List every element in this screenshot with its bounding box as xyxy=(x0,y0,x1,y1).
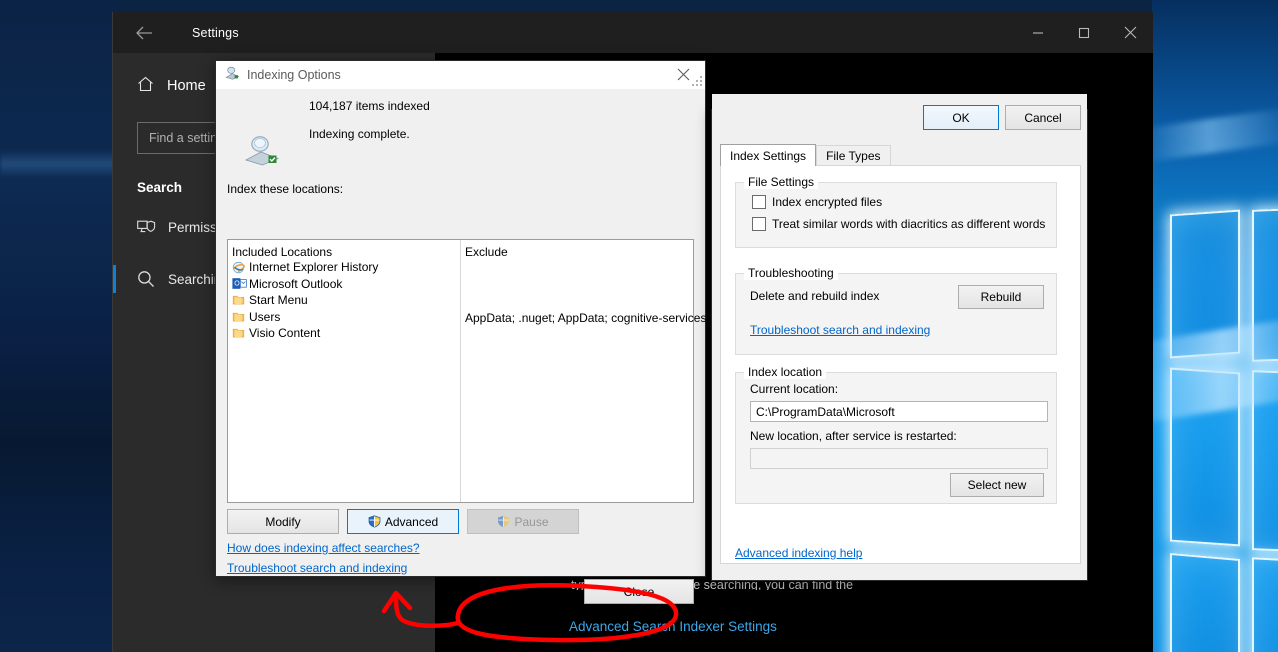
svg-text:O: O xyxy=(234,281,240,288)
diacritics-checkbox[interactable]: Treat similar words with diacritics as d… xyxy=(752,217,1045,231)
resize-grip[interactable] xyxy=(691,75,703,87)
checkbox-label: Index encrypted files xyxy=(772,195,883,209)
index-settings-panel: File Settings Index encrypted files Trea… xyxy=(720,165,1081,564)
search-placeholder: Find a setting xyxy=(149,131,225,145)
advanced-search-indexer-settings-link[interactable]: Advanced Search Indexer Settings xyxy=(569,619,777,634)
file-settings-group-title: File Settings xyxy=(744,175,819,189)
modify-button[interactable]: Modify xyxy=(227,509,339,534)
settings-titlebar: Settings xyxy=(113,12,1153,53)
new-location-label: New location, after service is restarted… xyxy=(750,429,957,443)
troubleshooting-group: Troubleshooting Delete and rebuild index… xyxy=(735,266,1057,355)
file-settings-group: File Settings Index encrypted files Trea… xyxy=(735,175,1057,248)
select-new-button-label: Select new xyxy=(967,478,1027,492)
current-location-label: Current location: xyxy=(750,382,839,396)
checkbox-label: Treat similar words with diacritics as d… xyxy=(772,217,1046,231)
list-item-label: Start Menu xyxy=(249,293,308,308)
sidebar-home-label: Home xyxy=(167,78,206,94)
maximize-button[interactable] xyxy=(1061,12,1107,53)
folder-icon xyxy=(232,294,249,306)
folder-icon xyxy=(232,327,249,339)
indexing-icon xyxy=(225,66,240,83)
exclude-value: AppData; .nuget; AppData; cognitive-serv… xyxy=(465,311,717,325)
list-item[interactable]: Internet Explorer History xyxy=(228,259,460,276)
delete-rebuild-index-label: Delete and rebuild index xyxy=(750,289,880,303)
cancel-button[interactable]: Cancel xyxy=(1005,105,1081,130)
indexing-status-icon xyxy=(244,134,282,166)
tab-index-settings[interactable]: Index Settings xyxy=(720,144,817,166)
indexing-status-area: 104,187 items indexed Indexing complete.… xyxy=(216,89,705,211)
close-dialog-button[interactable]: Close xyxy=(584,579,694,604)
tab-label: File Types xyxy=(826,149,881,163)
close-button-label: Close xyxy=(623,584,655,599)
list-item-label: Users xyxy=(249,309,281,324)
rebuild-button[interactable]: Rebuild xyxy=(958,285,1044,309)
new-location-field[interactable] xyxy=(750,448,1048,469)
troubleshoot-search-and-indexing-link[interactable]: Troubleshoot search and indexing xyxy=(750,323,930,337)
exclude-column: Exclude AppData; .nuget; AppData; cognit… xyxy=(461,240,716,502)
magnifier-icon xyxy=(137,270,168,288)
how-does-indexing-affect-searches-link[interactable]: How does indexing affect searches? xyxy=(227,541,420,555)
list-item-label: Internet Explorer History xyxy=(249,260,379,275)
tab-label: Index Settings xyxy=(730,148,807,163)
indexing-status-text: Indexing complete. xyxy=(309,127,410,141)
current-location-value: C:\ProgramData\Microsoft xyxy=(756,404,895,419)
list-item[interactable]: O Microsoft Outlook xyxy=(228,276,460,293)
list-item[interactable]: Start Menu xyxy=(228,292,460,309)
advanced-button-label: Advanced xyxy=(384,514,439,529)
minimize-button[interactable] xyxy=(1015,12,1061,53)
close-button[interactable] xyxy=(1107,12,1153,53)
index-encrypted-files-checkbox[interactable]: Index encrypted files xyxy=(752,195,882,209)
back-arrow-icon[interactable] xyxy=(123,12,165,53)
rebuild-button-label: Rebuild xyxy=(980,290,1022,304)
settings-window-title: Settings xyxy=(192,25,239,40)
checkbox-icon xyxy=(752,195,766,209)
list-item[interactable]: Visio Content xyxy=(228,325,460,342)
pause-button-label: Pause xyxy=(514,514,549,529)
wallpaper-left xyxy=(0,0,120,652)
shield-icon xyxy=(137,219,168,235)
indexed-items-count: 104,187 items indexed xyxy=(309,99,430,113)
internet-explorer-icon xyxy=(232,261,249,274)
window-controls xyxy=(1015,12,1153,53)
windows-logo-pane xyxy=(1252,557,1278,652)
indexing-options-titlebar: Indexing Options xyxy=(216,61,705,89)
uac-shield-icon xyxy=(497,515,510,528)
indexing-options-title: Indexing Options xyxy=(247,67,341,82)
advanced-options-footer: OK Cancel xyxy=(712,94,1087,138)
cancel-button-label: Cancel xyxy=(1024,110,1062,125)
list-item[interactable]: Users xyxy=(228,309,460,326)
indexing-options-dialog: Indexing Options 104,187 items indexed I… xyxy=(215,60,716,604)
select-new-button[interactable]: Select new xyxy=(950,473,1044,497)
list-item-label: Visio Content xyxy=(249,326,321,341)
column-header-exclude: Exclude xyxy=(465,245,508,259)
column-header-included: Included Locations xyxy=(232,245,333,259)
folder-icon xyxy=(232,311,249,323)
outlook-icon: O xyxy=(232,277,249,290)
advanced-options-dialog: Advanced Options Index Settings File Typ… xyxy=(711,94,1088,581)
windows-logo-pane xyxy=(1170,552,1240,652)
modify-button-label: Modify xyxy=(265,514,301,529)
index-locations-label: Index these locations: xyxy=(227,182,344,196)
uac-shield-icon xyxy=(368,515,381,528)
ok-button[interactable]: OK xyxy=(923,105,999,130)
troubleshoot-search-and-indexing-link[interactable]: Troubleshoot search and indexing xyxy=(227,561,407,575)
troubleshooting-group-title: Troubleshooting xyxy=(744,266,838,280)
indexed-locations-list[interactable]: Included Locations Internet Explorer His… xyxy=(227,239,716,503)
wallpaper-right xyxy=(1152,0,1278,652)
current-location-field[interactable]: C:\ProgramData\Microsoft xyxy=(750,401,1048,422)
indexing-options-button-row: Modify Advanced Pause xyxy=(227,509,579,534)
home-icon xyxy=(137,76,167,97)
checkbox-icon xyxy=(752,217,766,231)
index-location-group: Index location Current location: C:\Prog… xyxy=(735,365,1057,504)
advanced-indexing-help-link[interactable]: Advanced indexing help xyxy=(735,546,862,560)
included-locations-column: Included Locations Internet Explorer His… xyxy=(228,240,461,502)
advanced-options-tabs: Index Settings File Types xyxy=(720,144,891,166)
list-item-label: Microsoft Outlook xyxy=(249,276,343,291)
ok-button-label: OK xyxy=(952,110,970,125)
screen: Settings Home Find a setting Search Perm… xyxy=(0,0,1278,652)
pause-button: Pause xyxy=(467,509,579,534)
index-location-group-title: Index location xyxy=(744,365,827,379)
tab-file-types[interactable]: File Types xyxy=(816,145,891,166)
advanced-button[interactable]: Advanced xyxy=(347,509,459,534)
